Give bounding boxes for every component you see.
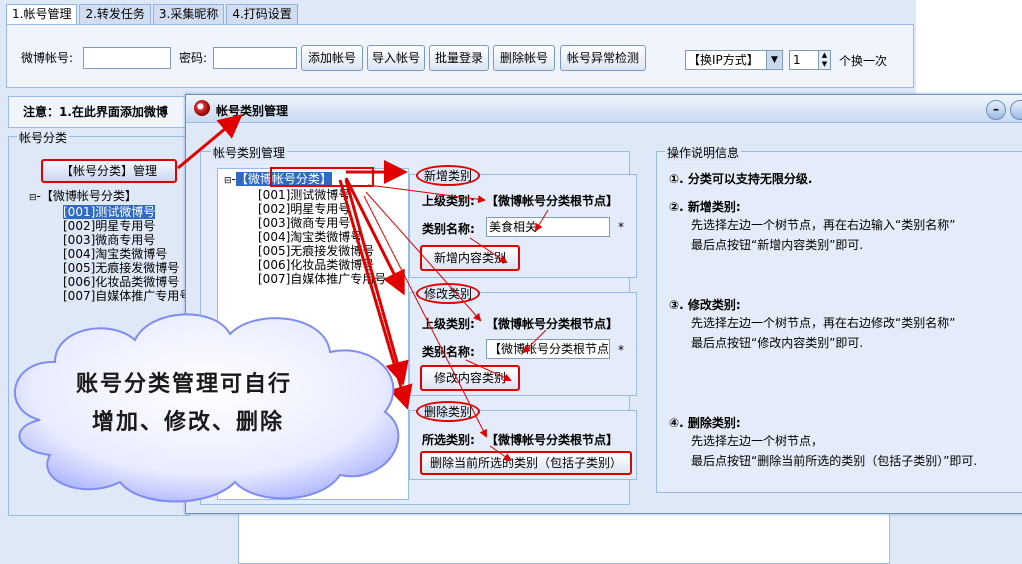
- arrow-to-dialog: [177, 114, 243, 170]
- thin-arrow-8: [489, 445, 512, 462]
- thin-arrow-1: [367, 184, 486, 204]
- thin-arrow-6: [465, 359, 512, 382]
- thin-arrow-2: [534, 209, 549, 232]
- thin-arrow-5: [522, 329, 547, 354]
- callout-line-2: 增加、修改、删除: [92, 409, 285, 435]
- callout-cloud: 账号分类管理可自行 增加、修改、删除: [0, 300, 420, 510]
- callout-line-1: 账号分类管理可自行: [76, 371, 293, 397]
- thin-arrow-3: [469, 237, 508, 264]
